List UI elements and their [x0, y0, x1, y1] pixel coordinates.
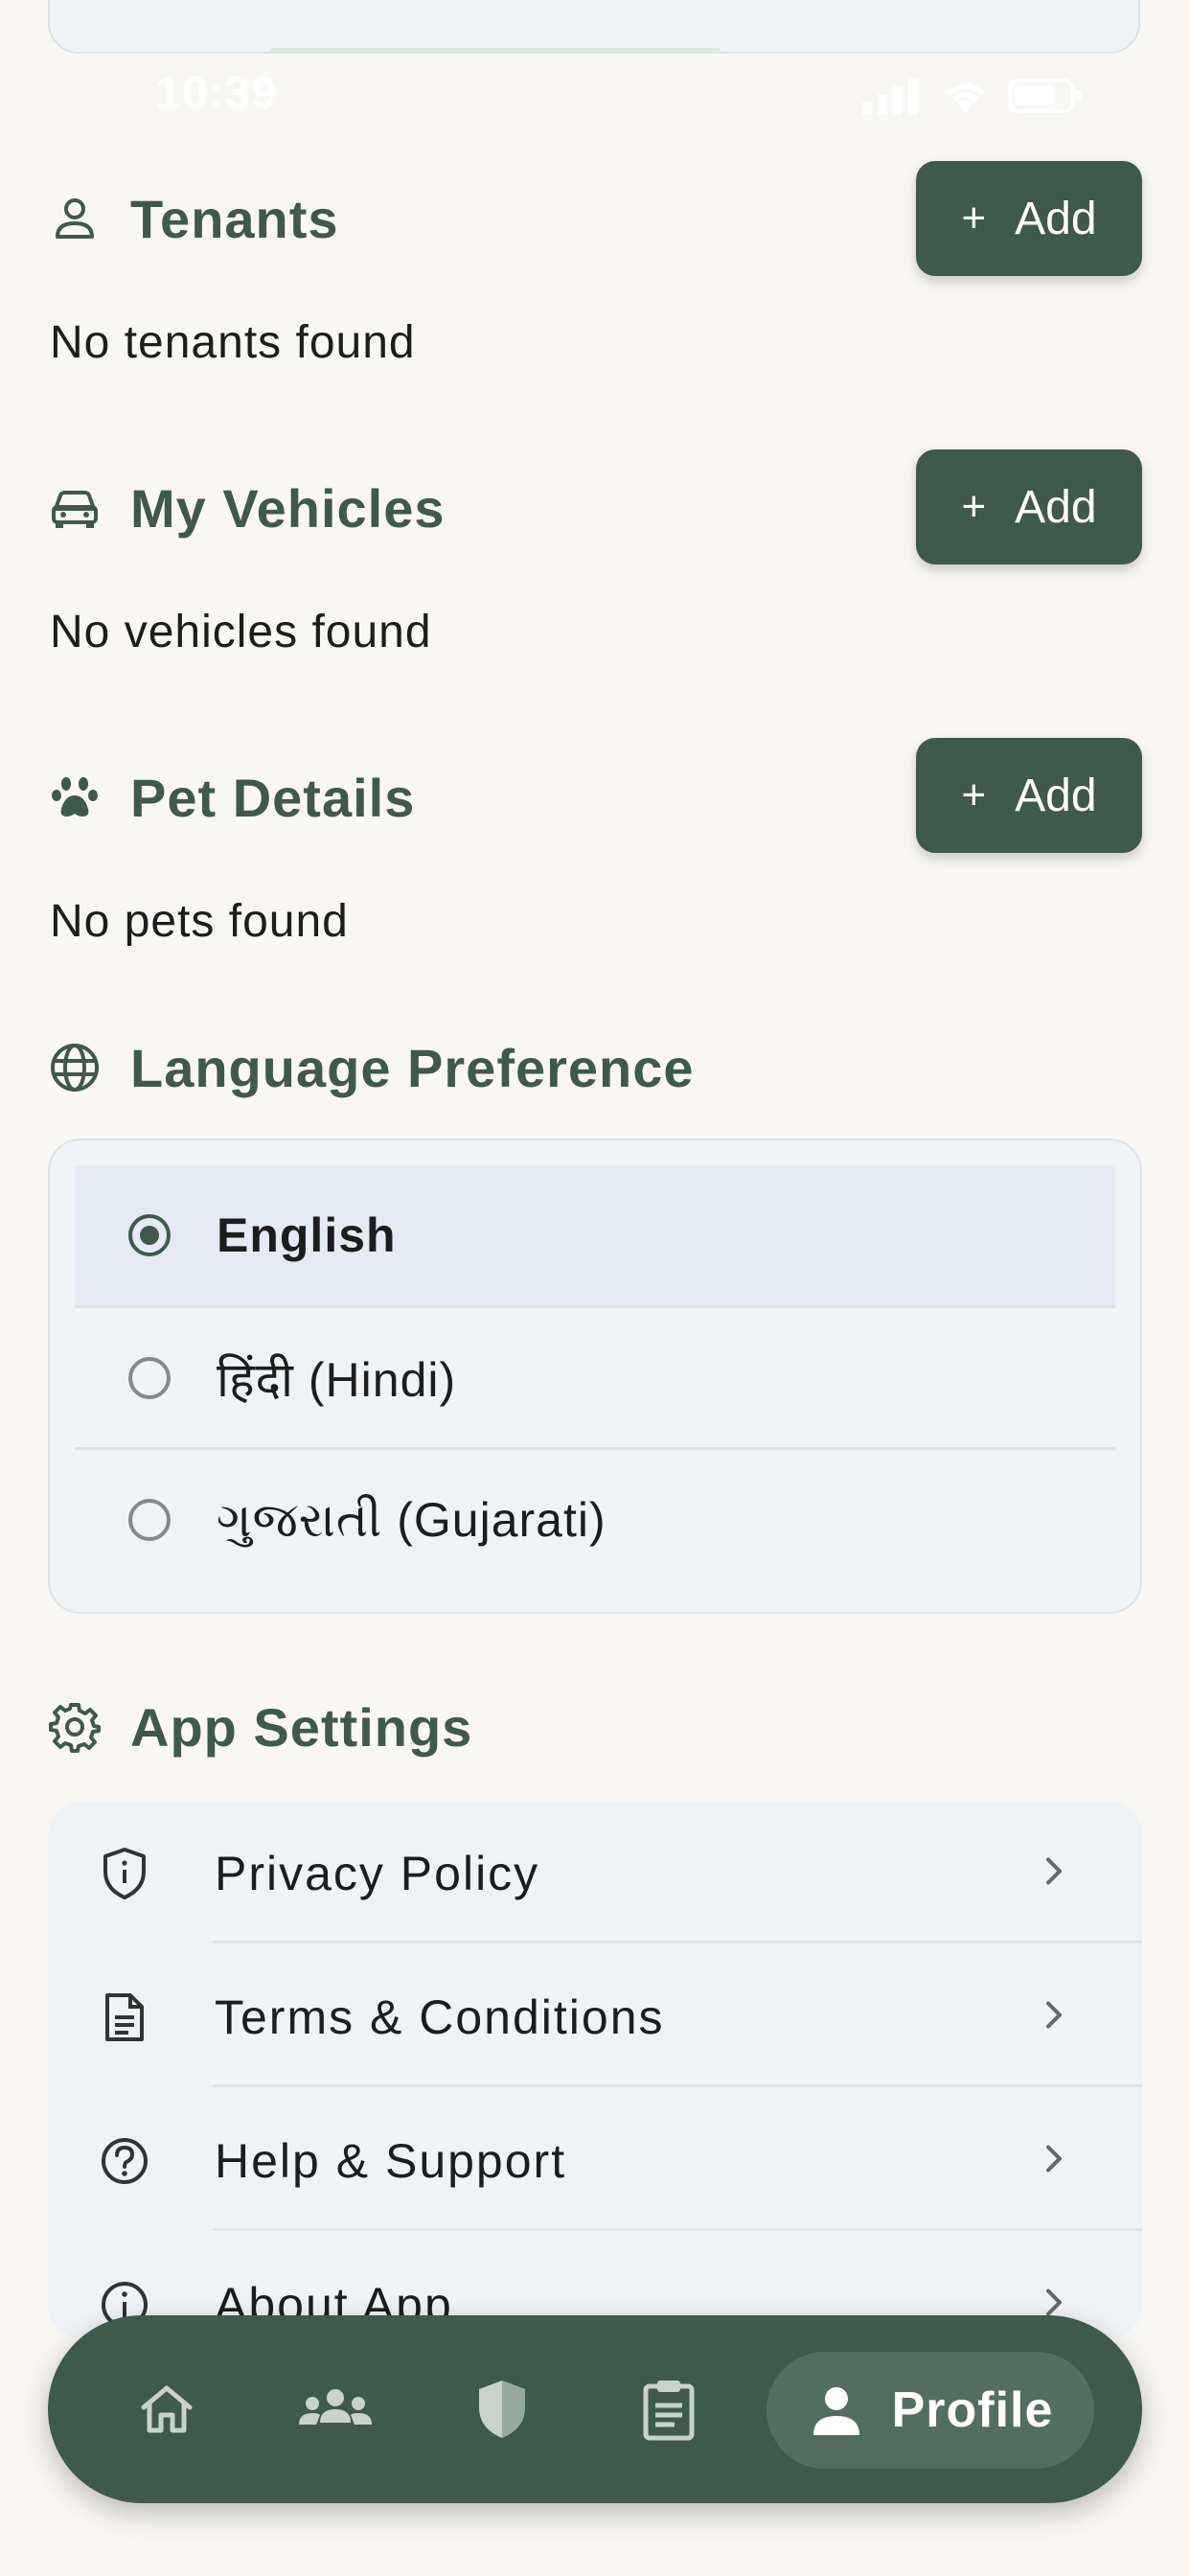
add-label: Add	[1015, 770, 1097, 821]
pets-empty-text: No pets found	[50, 896, 349, 947]
tenants-title: Tenants	[130, 188, 339, 249]
divider	[213, 1941, 1142, 1944]
car-icon	[48, 481, 102, 535]
language-option-hindi[interactable]: हिंदी (Hindi)	[75, 1308, 1115, 1448]
vehicles-empty-text: No vehicles found	[50, 607, 432, 657]
person-icon	[48, 192, 102, 245]
settings-item-label: Terms & Conditions	[215, 1990, 665, 2044]
radio-unselected-icon[interactable]	[128, 1499, 171, 1541]
signal-icon	[862, 79, 918, 115]
plus-icon: +	[961, 195, 987, 242]
language-label: ગુજરાતી (Gujarati)	[217, 1492, 606, 1547]
plus-icon: +	[961, 771, 987, 818]
community-icon	[299, 2389, 372, 2425]
language-label: English	[217, 1208, 397, 1262]
globe-icon	[48, 1041, 102, 1094]
settings-item-terms[interactable]: Terms & Conditions	[48, 1945, 1142, 2089]
nav-profile[interactable]: Profile	[767, 2352, 1094, 2469]
gear-icon	[48, 1700, 102, 1754]
settings-item-privacy-policy[interactable]: Privacy Policy	[48, 1802, 1142, 1945]
security-shield-icon	[479, 2380, 525, 2438]
nav-community[interactable]	[289, 2363, 381, 2455]
pets-title: Pet Details	[130, 767, 416, 828]
app-settings-title: App Settings	[130, 1696, 473, 1758]
home-icon	[141, 2385, 193, 2433]
document-icon	[94, 1987, 155, 2048]
chevron-right-icon	[1042, 1856, 1065, 1892]
nav-home[interactable]	[121, 2363, 213, 2455]
language-options-card: English हिंदी (Hindi) ગુજરાતી (Gujarati)	[48, 1138, 1142, 1614]
add-tenant-button[interactable]: + Add	[916, 161, 1142, 276]
add-pet-button[interactable]: + Add	[916, 738, 1142, 853]
tenants-empty-text: No tenants found	[50, 317, 416, 368]
system-icons	[862, 77, 1085, 115]
add-label: Add	[1015, 481, 1097, 533]
add-vehicle-button[interactable]: + Add	[916, 449, 1142, 564]
divider	[213, 2084, 1142, 2087]
vehicles-header: My Vehicles	[48, 470, 446, 546]
paw-icon	[48, 770, 102, 824]
battery-icon	[1008, 79, 1082, 113]
shield-info-icon	[94, 1843, 155, 1904]
chevron-right-icon	[1042, 2144, 1065, 2179]
app-settings-header: App Settings	[48, 1689, 472, 1765]
radio-selected-icon[interactable]	[128, 1214, 171, 1256]
divider	[213, 2228, 1142, 2231]
profile-icon	[812, 2387, 859, 2435]
settings-item-label: Privacy Policy	[215, 1847, 540, 1900]
bottom-navigation: Profile	[48, 2315, 1142, 2503]
radio-unselected-icon[interactable]	[128, 1357, 171, 1399]
card-strip	[270, 48, 721, 54]
chevron-right-icon	[1042, 2000, 1065, 2036]
settings-item-label: Help & Support	[215, 2134, 567, 2188]
wifi-icon	[947, 83, 985, 113]
pets-header: Pet Details	[48, 759, 415, 836]
nav-reports[interactable]	[623, 2363, 715, 2455]
clipboard-icon	[643, 2380, 695, 2441]
language-option-english[interactable]: English	[75, 1165, 1115, 1305]
status-bar: 10:39	[0, 67, 1190, 125]
help-circle-icon	[94, 2130, 155, 2192]
language-header: Language Preference	[48, 1029, 695, 1106]
vehicles-title: My Vehicles	[130, 477, 446, 539]
nav-profile-label: Profile	[891, 2382, 1054, 2438]
settings-list: Privacy Policy Terms & Conditions Help &…	[48, 1802, 1142, 2338]
language-label: हिंदी (Hindi)	[217, 1353, 457, 1407]
plus-icon: +	[961, 483, 987, 530]
language-title: Language Preference	[130, 1037, 695, 1098]
add-label: Add	[1015, 193, 1097, 244]
tenants-header: Tenants	[48, 180, 339, 257]
status-time: 10:39	[155, 68, 278, 119]
language-option-gujarati[interactable]: ગુજરાતી (Gujarati)	[75, 1450, 1115, 1590]
nav-security[interactable]	[456, 2363, 548, 2455]
profile-card-bottom	[48, 0, 1140, 54]
settings-item-help-support[interactable]: Help & Support	[48, 2089, 1142, 2233]
